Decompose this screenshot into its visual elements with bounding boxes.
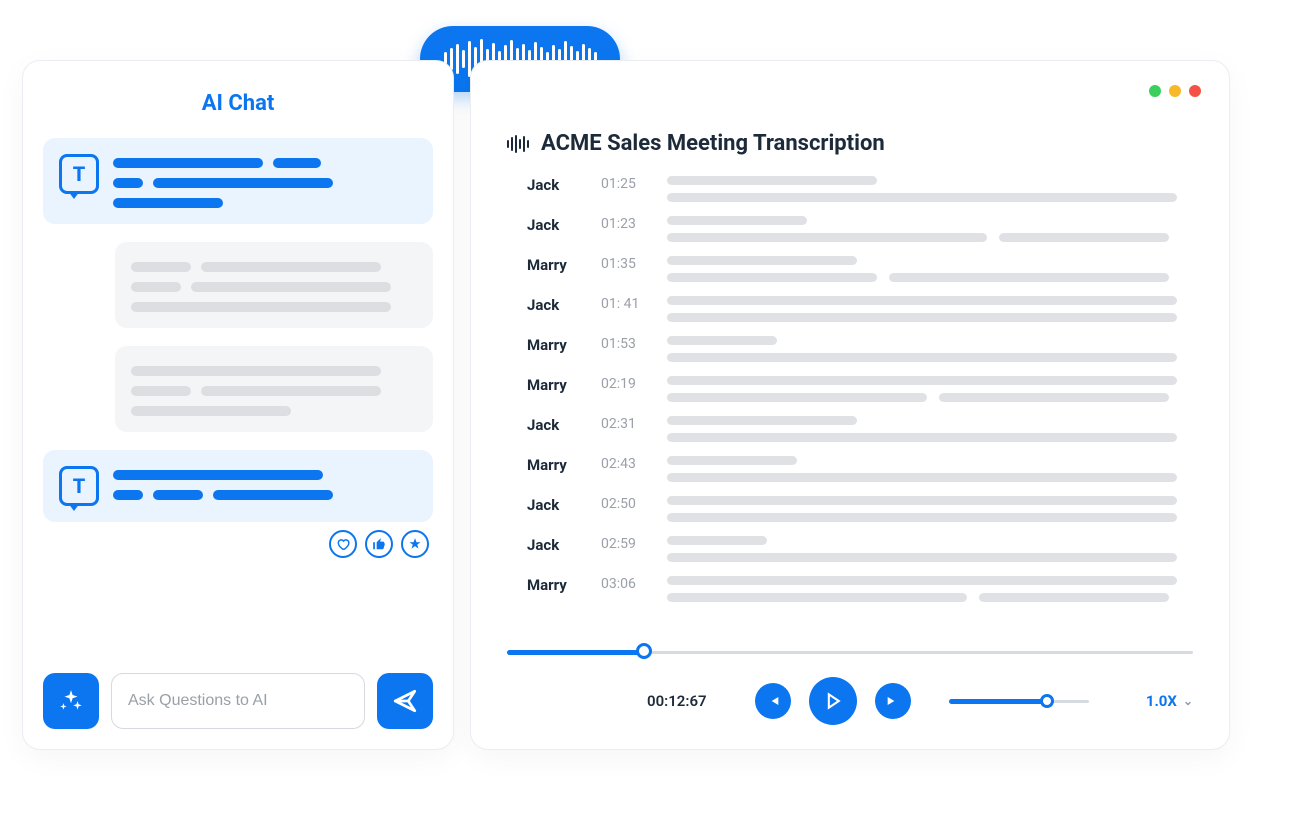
reaction-thumbs-up-button[interactable] <box>365 530 393 558</box>
ai-avatar: T <box>59 466 99 506</box>
speed-label: 1.0X <box>1146 692 1177 710</box>
elapsed-time: 00:12:67 <box>647 692 707 710</box>
reaction-star-button[interactable] <box>401 530 429 558</box>
speaker-name: Marry <box>527 336 583 354</box>
transcript-row[interactable]: Jack 02:31 <box>527 416 1189 442</box>
speaker-name: Jack <box>527 176 583 194</box>
timestamp: 02:59 <box>601 536 649 552</box>
speaker-name: Marry <box>527 456 583 474</box>
timestamp: 01:53 <box>601 336 649 352</box>
transcript-row[interactable]: Jack 02:59 <box>527 536 1189 562</box>
chat-message-ai: T <box>43 450 433 522</box>
speaker-name: Jack <box>527 496 583 514</box>
traffic-light-red[interactable] <box>1189 85 1201 97</box>
transcription-title: ACME Sales Meeting Transcription <box>541 131 885 156</box>
speaker-name: Jack <box>527 416 583 434</box>
transcription-panel: ACME Sales Meeting Transcription Jack 01… <box>470 60 1230 750</box>
traffic-light-yellow[interactable] <box>1169 85 1181 97</box>
transcript-list: Jack 01:25 Jack 01:23 Marry 01:35 Jack 0… <box>527 176 1193 629</box>
volume-slider[interactable] <box>949 700 1089 703</box>
timestamp: 01: 41 <box>601 296 649 312</box>
ai-avatar: T <box>59 154 99 194</box>
skip-forward-button[interactable] <box>875 683 911 719</box>
speaker-name: Jack <box>527 536 583 554</box>
transcript-row[interactable]: Jack 01:23 <box>527 216 1189 242</box>
timestamp: 01:25 <box>601 176 649 192</box>
transcript-row[interactable]: Marry 03:06 <box>527 576 1189 602</box>
playback-speed-dropdown[interactable]: 1.0X ⌄ <box>1146 692 1193 710</box>
reaction-heart-button[interactable] <box>329 530 357 558</box>
send-button[interactable] <box>377 673 433 729</box>
chat-title: AI Chat <box>43 91 433 116</box>
timestamp: 02:31 <box>601 416 649 432</box>
ai-suggestions-button[interactable] <box>43 673 99 729</box>
speaker-name: Jack <box>527 296 583 314</box>
timestamp: 02:50 <box>601 496 649 512</box>
chevron-down-icon: ⌄ <box>1183 694 1193 708</box>
timestamp: 01:35 <box>601 256 649 272</box>
timestamp: 02:19 <box>601 376 649 392</box>
play-button[interactable] <box>809 677 857 725</box>
speaker-name: Marry <box>527 576 583 594</box>
audio-player: 00:12:67 1.0X ⌄ <box>507 647 1193 725</box>
transcript-row[interactable]: Jack 01:25 <box>527 176 1189 202</box>
timestamp: 01:23 <box>601 216 649 232</box>
speaker-name: Jack <box>527 216 583 234</box>
skip-back-button[interactable] <box>755 683 791 719</box>
chat-message-user <box>115 346 433 432</box>
chat-message-ai: T <box>43 138 433 224</box>
transcript-row[interactable]: Marry 02:43 <box>527 456 1189 482</box>
traffic-light-green[interactable] <box>1149 85 1161 97</box>
chat-input[interactable] <box>111 673 365 729</box>
window-controls <box>1149 85 1201 97</box>
ai-chat-panel: AI Chat T T <box>22 60 454 750</box>
transcript-row[interactable]: Jack 02:50 <box>527 496 1189 522</box>
speaker-name: Marry <box>527 376 583 394</box>
speaker-name: Marry <box>527 256 583 274</box>
transcript-row[interactable]: Jack 01: 41 <box>527 296 1189 322</box>
timestamp: 02:43 <box>601 456 649 472</box>
chat-message-user <box>115 242 433 328</box>
timestamp: 03:06 <box>601 576 649 592</box>
transcript-row[interactable]: Marry 02:19 <box>527 376 1189 402</box>
playback-progress-slider[interactable] <box>507 647 1193 657</box>
transcript-row[interactable]: Marry 01:53 <box>527 336 1189 362</box>
waveform-icon <box>507 134 529 154</box>
transcript-row[interactable]: Marry 01:35 <box>527 256 1189 282</box>
